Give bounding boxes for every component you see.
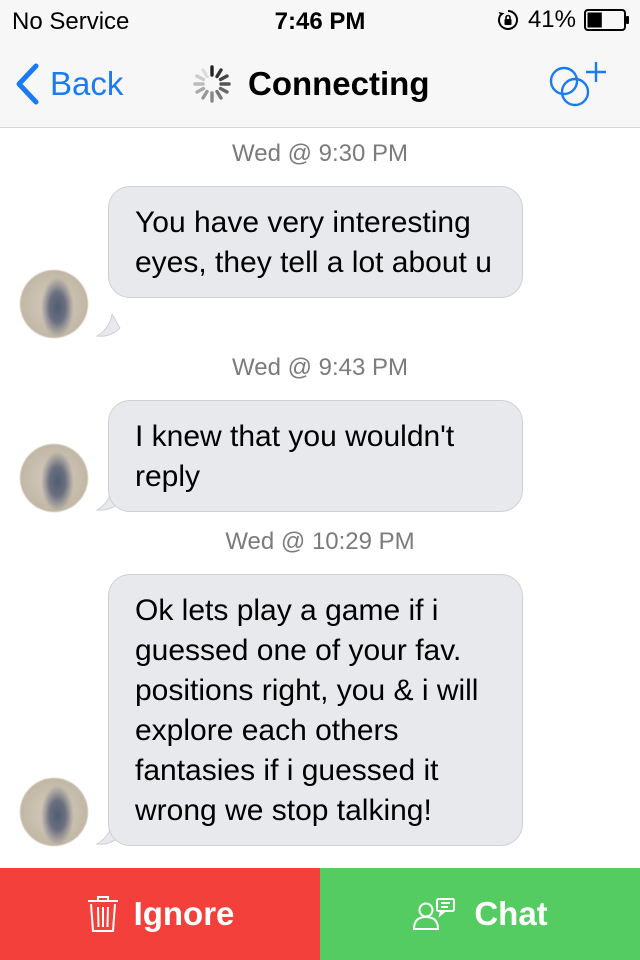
avatar[interactable] — [20, 778, 88, 846]
message-list[interactable]: Wed @ 9:30 PM You have very interesting … — [0, 128, 640, 868]
action-bar: Ignore Chat — [0, 868, 640, 960]
status-right: 41% — [496, 6, 630, 34]
orientation-lock-icon — [497, 10, 518, 30]
nav-title-group: Connecting — [192, 64, 429, 104]
back-label: Back — [50, 65, 124, 102]
message-bubble[interactable]: I knew that you wouldn't reply — [108, 400, 523, 512]
ignore-button[interactable]: Ignore — [0, 868, 320, 960]
message-bubble[interactable]: You have very interesting eyes, they tel… — [108, 186, 523, 298]
bubble-tail — [96, 314, 121, 337]
message-timestamp: Wed @ 9:30 PM — [232, 140, 408, 167]
back-button[interactable]: Back — [14, 62, 123, 106]
trash-icon — [87, 896, 118, 932]
chat-button[interactable]: Chat — [320, 868, 640, 960]
message-bubble[interactable]: Ok lets play a game if i guessed one of … — [108, 574, 523, 846]
person-chat-icon — [413, 898, 456, 930]
add-friend-icon[interactable] — [542, 58, 610, 112]
battery-percent: 41% — [527, 6, 576, 33]
chat-label: Chat — [474, 895, 548, 932]
navigation-bar: Back Connecting — [0, 40, 640, 128]
message-timestamp: Wed @ 10:29 PM — [225, 528, 415, 555]
page-title: Connecting — [248, 65, 430, 102]
battery-icon — [584, 9, 629, 31]
activity-spinner-icon — [193, 65, 231, 103]
status-bar: No Service 7:46 PM 41% — [0, 0, 640, 40]
message-timestamp: Wed @ 9:43 PM — [232, 354, 408, 381]
avatar[interactable] — [20, 270, 88, 338]
avatar[interactable] — [20, 444, 88, 512]
ignore-label: Ignore — [133, 895, 235, 932]
chevron-left-icon — [16, 63, 39, 105]
